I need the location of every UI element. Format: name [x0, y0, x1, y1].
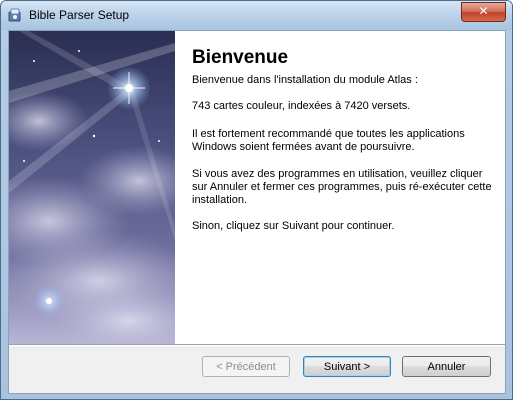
previous-button[interactable]: < Précédent: [202, 356, 290, 377]
page-title: Bienvenue: [192, 47, 289, 68]
intro-text: Bienvenue dans l'installation du module …: [192, 74, 418, 86]
next-button[interactable]: Suivant >: [303, 356, 391, 377]
cancel-button[interactable]: Annuler: [402, 356, 491, 377]
title-bar[interactable]: Bible Parser Setup ✕: [1, 1, 512, 30]
button-bar-divider: [9, 344, 505, 346]
window-title: Bible Parser Setup: [29, 8, 130, 22]
setup-window: Bible Parser Setup ✕ Bienvenue Bienvenue…: [0, 0, 513, 400]
wizard-client-area: Bienvenue Bienvenue dans l'installation …: [1, 30, 506, 394]
welcome-content: Bienvenue Bienvenue dans l'installation …: [175, 31, 505, 344]
continue-instruction: Sinon, cliquez sur Suivant pour continue…: [192, 220, 395, 232]
running-programs-instruction: Si vous avez des programmes en utilisati…: [192, 168, 492, 206]
close-button[interactable]: ✕: [461, 2, 506, 22]
atlas-description: 743 cartes couleur, indexées à 7420 vers…: [192, 100, 411, 112]
starfield-banner-image: [1, 31, 209, 356]
setup-app-icon: [7, 7, 23, 23]
close-apps-recommendation: Il est fortement recommandé que toutes l…: [192, 128, 465, 153]
close-icon: ✕: [478, 4, 489, 18]
